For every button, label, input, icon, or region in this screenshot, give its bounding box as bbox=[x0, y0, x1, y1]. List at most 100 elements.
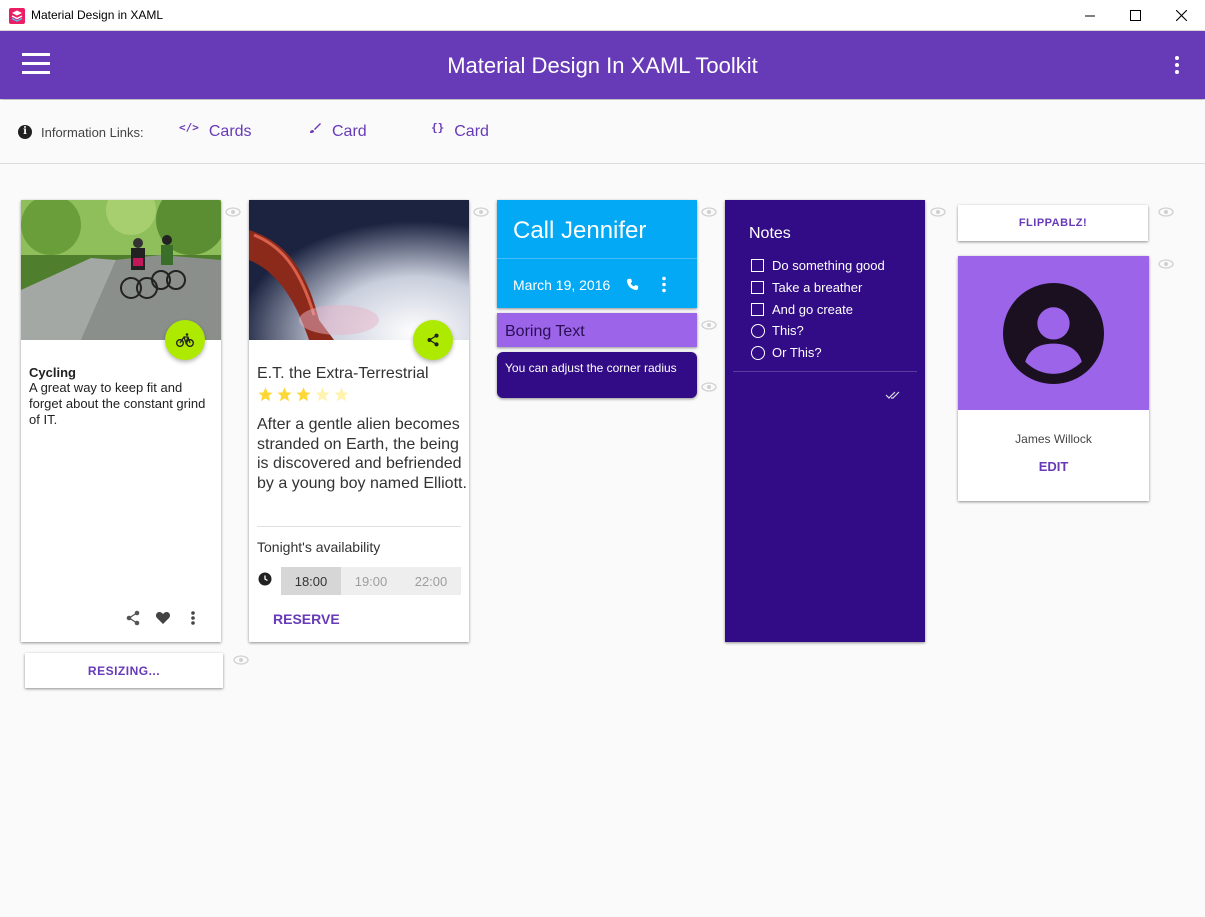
notes-card: Notes Do something good Take a breather … bbox=[725, 200, 925, 642]
movie-title: E.T. the Extra-Terrestrial bbox=[257, 365, 429, 382]
call-jennifer-card: Call Jennifer March 19, 2016 bbox=[497, 200, 697, 308]
app-logo-icon bbox=[9, 8, 25, 24]
time-selector: 18:00 19:00 22:00 bbox=[281, 567, 461, 595]
star-icon[interactable] bbox=[295, 386, 312, 403]
cycling-title: Cycling bbox=[29, 365, 76, 380]
cycling-description: A great way to keep fit and forget about… bbox=[29, 380, 206, 427]
profile-name: James Willock bbox=[1015, 432, 1092, 446]
movie-description: After a gentle alien becomes stranded on… bbox=[257, 416, 467, 492]
minimize-icon bbox=[1085, 15, 1095, 16]
time-option[interactable]: 19:00 bbox=[341, 567, 401, 595]
cycling-card: Cycling A great way to keep fit and forg… bbox=[21, 200, 221, 642]
info-links-label: Information Links: bbox=[41, 125, 144, 140]
note-radio[interactable]: Or This? bbox=[751, 345, 822, 360]
flippable-label: FLIPPABLZ! bbox=[1018, 217, 1088, 229]
star-icon[interactable] bbox=[314, 386, 331, 403]
more-vert-icon[interactable] bbox=[185, 610, 201, 626]
eye-icon[interactable] bbox=[225, 207, 241, 217]
note-radio[interactable]: This? bbox=[751, 323, 804, 338]
call-date: March 19, 2016 bbox=[513, 277, 611, 293]
done-all-icon[interactable] bbox=[885, 390, 901, 400]
eye-icon[interactable] bbox=[701, 382, 717, 392]
close-icon bbox=[1175, 10, 1187, 21]
profile-header bbox=[958, 256, 1149, 410]
more-vert-icon[interactable] bbox=[1174, 55, 1180, 75]
resizing-label: RESIZING... bbox=[87, 663, 161, 678]
et-movie-card: E.T. the Extra-Terrestrial After a gentl… bbox=[249, 200, 469, 642]
code-icon: </> bbox=[179, 121, 199, 134]
note-label: This? bbox=[772, 323, 804, 338]
time-option[interactable]: 22:00 bbox=[401, 567, 461, 595]
availability-label: Tonight's availability bbox=[257, 539, 381, 555]
braces-icon: {} bbox=[431, 121, 445, 134]
note-label: Do something good bbox=[772, 258, 885, 273]
phone-icon[interactable] bbox=[626, 278, 639, 291]
cycling-photo bbox=[21, 200, 221, 340]
info-link-card-braces[interactable]: {} Card bbox=[431, 121, 489, 141]
star-icon[interactable] bbox=[257, 386, 274, 403]
star-icon[interactable] bbox=[276, 386, 293, 403]
corner-radius-text: You can adjust the corner radius bbox=[505, 361, 677, 375]
maximize-button[interactable] bbox=[1112, 0, 1158, 31]
info-icon: i bbox=[18, 125, 32, 139]
rating-bar[interactable] bbox=[257, 386, 350, 403]
info-link-label: Card bbox=[332, 123, 367, 140]
information-links-bar: i Information Links: </> Cards Card {} C… bbox=[0, 100, 1205, 164]
window-title: Material Design in XAML bbox=[31, 8, 164, 22]
note-label: Or This? bbox=[772, 345, 822, 360]
reserve-button[interactable]: RESERVE bbox=[273, 611, 340, 627]
resizing-card[interactable]: RESIZING... bbox=[25, 653, 223, 688]
divider bbox=[733, 371, 917, 372]
checkbox[interactable] bbox=[751, 303, 764, 316]
eye-icon[interactable] bbox=[701, 207, 717, 217]
maximize-icon bbox=[1129, 10, 1141, 21]
close-button[interactable] bbox=[1158, 0, 1204, 31]
bike-fab-button[interactable] bbox=[165, 320, 205, 360]
cycling-actions bbox=[125, 610, 201, 626]
time-option[interactable]: 18:00 bbox=[281, 567, 341, 595]
info-link-card-brush[interactable]: Card bbox=[309, 123, 367, 141]
app-title: Material Design In XAML Toolkit bbox=[447, 53, 758, 78]
boring-text: Boring Text bbox=[505, 323, 585, 340]
flippable-card[interactable]: FLIPPABLZ! bbox=[958, 205, 1148, 241]
brush-icon bbox=[310, 123, 321, 133]
minimize-button[interactable] bbox=[1067, 0, 1113, 31]
share-icon bbox=[427, 333, 439, 347]
eye-icon[interactable] bbox=[930, 207, 946, 217]
note-checkbox[interactable]: Do something good bbox=[751, 258, 885, 273]
divider bbox=[497, 258, 697, 259]
eye-icon[interactable] bbox=[1158, 207, 1174, 217]
eye-icon[interactable] bbox=[233, 655, 249, 665]
app-bar: Material Design In XAML Toolkit bbox=[0, 31, 1205, 99]
note-label: Take a breather bbox=[772, 280, 863, 295]
call-title: Call Jennifer bbox=[513, 217, 647, 244]
more-vert-icon[interactable] bbox=[661, 276, 667, 293]
profile-card: James Willock EDIT bbox=[958, 256, 1149, 501]
corner-radius-card: You can adjust the corner radius bbox=[497, 352, 697, 398]
share-icon[interactable] bbox=[125, 610, 141, 626]
divider bbox=[257, 526, 461, 527]
note-checkbox[interactable]: Take a breather bbox=[751, 280, 862, 295]
account-circle-icon bbox=[1003, 283, 1104, 384]
note-label: And go create bbox=[772, 302, 853, 317]
radio-button[interactable] bbox=[751, 323, 765, 338]
eye-icon[interactable] bbox=[473, 207, 489, 217]
radio-button[interactable] bbox=[751, 345, 765, 360]
et-movie-image bbox=[249, 200, 469, 340]
info-link-cards[interactable]: </> Cards bbox=[179, 121, 252, 141]
share-fab-button[interactable] bbox=[413, 320, 453, 360]
info-link-label: Cards bbox=[208, 123, 252, 140]
bike-icon bbox=[176, 333, 194, 347]
star-icon[interactable] bbox=[333, 386, 350, 403]
clock-icon bbox=[258, 572, 272, 586]
eye-icon[interactable] bbox=[1158, 259, 1174, 269]
edit-button[interactable]: EDIT bbox=[958, 459, 1149, 474]
eye-icon[interactable] bbox=[701, 320, 717, 330]
boring-text-card: Boring Text bbox=[497, 313, 697, 347]
checkbox[interactable] bbox=[751, 259, 764, 272]
window-titlebar: Material Design in XAML bbox=[0, 0, 1205, 31]
note-checkbox[interactable]: And go create bbox=[751, 302, 853, 317]
heart-icon[interactable] bbox=[155, 610, 171, 626]
notes-title: Notes bbox=[749, 225, 791, 242]
checkbox[interactable] bbox=[751, 281, 764, 294]
